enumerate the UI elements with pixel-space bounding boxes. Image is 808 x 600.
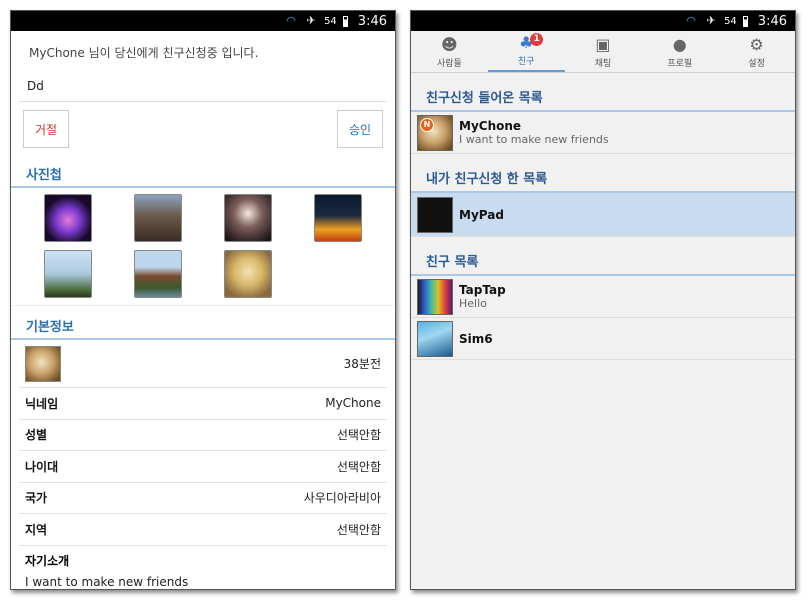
wifi-icon: ◠	[286, 14, 296, 27]
profile-row: 38분전	[19, 340, 387, 388]
gear-icon: ⚙	[749, 35, 764, 54]
intro-section: 자기소개 I want to make new friends	[19, 546, 387, 589]
friends-list-title: 친구 목록	[411, 237, 795, 276]
tab-people[interactable]: ☻ 사람들	[411, 31, 488, 72]
photo-thumbnail[interactable]	[44, 194, 92, 242]
last-seen: 38분전	[343, 357, 381, 371]
info-key: 나이대	[25, 459, 59, 474]
list-item[interactable]: MyPad	[411, 193, 795, 237]
tab-bar: ☻ 사람들 ♣ 1 친구 ▣ 채팅 ● 프로필 ⚙ 설정	[411, 31, 795, 73]
avatar	[417, 196, 453, 233]
photo-thumbnail[interactable]	[224, 194, 272, 242]
new-badge: N	[420, 117, 434, 132]
avatar	[417, 278, 453, 315]
info-key: 지역	[25, 522, 48, 537]
friend-name: MyChone	[459, 119, 522, 133]
wifi-icon: ◠	[686, 14, 696, 27]
airplane-icon: ✈	[306, 14, 316, 27]
status-bar: ◠ ✈ 54 3:46	[411, 11, 795, 31]
info-row-nickname: 닉네임 MyChone	[19, 388, 387, 420]
clock: 3:46	[757, 13, 787, 29]
reject-button[interactable]: 거절	[23, 110, 69, 148]
avatar	[417, 320, 453, 357]
info-key: 성별	[25, 428, 48, 443]
photo-thumbnail[interactable]	[134, 249, 182, 298]
info-value: 선택안함	[336, 522, 381, 537]
intro-value: I want to make new friends	[25, 574, 189, 589]
clock: 3:46	[357, 13, 387, 29]
photo-thumbnail[interactable]	[134, 194, 182, 242]
photo-grid	[11, 188, 395, 306]
photo-thumbnail[interactable]	[224, 249, 272, 298]
accept-button[interactable]: 승인	[337, 110, 383, 148]
signal-label: 54	[324, 15, 337, 27]
status-bar: ◠ ✈ 54 3:46	[11, 11, 395, 31]
tab-friends[interactable]: ♣ 1 친구	[487, 31, 565, 72]
friend-name: Sim6	[459, 331, 493, 346]
tab-settings[interactable]: ⚙ 설정	[718, 31, 795, 72]
avatar: N	[417, 114, 453, 151]
sent-requests-title: 내가 친구신청 한 목록	[411, 154, 795, 193]
friend-status: Hello	[459, 297, 487, 310]
info-value: 선택안함	[336, 459, 381, 474]
tab-label: 채팅	[594, 59, 612, 69]
basic-info-title: 기본정보	[11, 306, 395, 340]
airplane-icon: ✈	[706, 14, 716, 27]
friend-status: I want to make new friends	[459, 133, 609, 146]
signal-label: 54	[724, 15, 737, 27]
friend-request-screen: ◠ ✈ 54 3:46 MyChone 님이 당신에게 친구신청중 입니다. D…	[10, 10, 396, 590]
tab-label: 사람들	[436, 59, 462, 69]
battery-icon	[742, 15, 748, 27]
info-value: 사우디아라비아	[303, 491, 381, 506]
list-item[interactable]: Sim6	[411, 318, 795, 360]
battery-icon	[342, 15, 348, 27]
friends-badge: 1	[530, 33, 544, 46]
info-key: 닉네임	[25, 396, 59, 411]
info-value: MyChone	[325, 396, 381, 411]
photo-thumbnail[interactable]	[44, 249, 92, 298]
request-note: Dd	[19, 75, 387, 102]
friend-name: MyPad	[459, 207, 504, 222]
friends-screen: ◠ ✈ 54 3:46 ☻ 사람들 ♣ 1 친구 ▣ 채팅 ● 프로필 ⚙ 설정…	[410, 10, 796, 590]
tab-label: 친구	[517, 57, 535, 67]
tab-label: 프로필	[667, 59, 693, 69]
tab-profile[interactable]: ● 프로필	[641, 31, 718, 72]
received-requests-title: 친구신청 들어온 목록	[411, 73, 795, 112]
info-row-gender: 성별 선택안함	[19, 420, 387, 451]
tab-chat[interactable]: ▣ 채팅	[565, 31, 642, 72]
info-value: 선택안함	[336, 428, 381, 443]
list-item[interactable]: N MyChone I want to make new friends	[411, 112, 795, 154]
info-key: 국가	[25, 491, 48, 506]
people-icon: ☻	[441, 35, 458, 54]
friend-name: TapTap	[459, 283, 506, 297]
avatar[interactable]	[25, 345, 61, 382]
intro-key: 자기소개	[25, 553, 70, 568]
list-item[interactable]: TapTap Hello	[411, 276, 795, 318]
chat-icon: ▣	[595, 35, 611, 54]
info-row-region: 지역 선택안함	[19, 514, 387, 546]
info-row-age: 나이대 선택안함	[19, 451, 387, 483]
tab-label: 설정	[748, 59, 765, 69]
photo-thumbnail[interactable]	[314, 194, 362, 242]
info-row-country: 국가 사우디아라비아	[19, 483, 387, 514]
request-message: MyChone 님이 당신에게 친구신청중 입니다.	[29, 46, 259, 60]
profile-icon: ●	[672, 35, 687, 54]
album-title: 사진첩	[11, 154, 395, 188]
